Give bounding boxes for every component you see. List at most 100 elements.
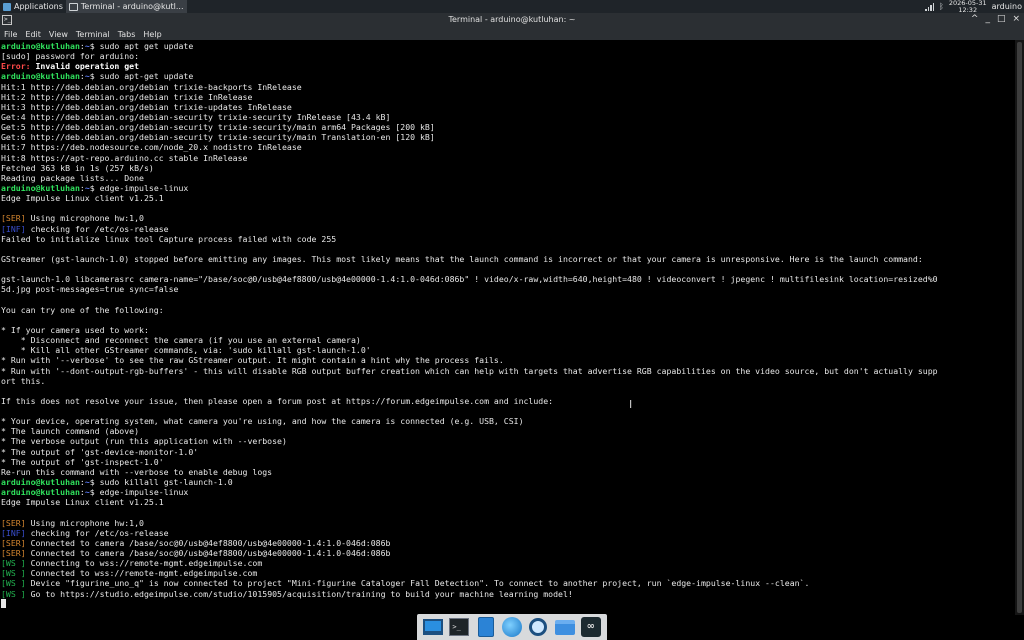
dock-folder[interactable]	[554, 616, 576, 638]
files-icon	[477, 617, 494, 637]
terminal-line: gst-launch-1.0 libcamerasrc camera-name=…	[1, 274, 1015, 284]
terminal-line: Get:5 http://deb.debian.org/debian-secur…	[1, 122, 1015, 132]
menu-edit[interactable]: Edit	[25, 30, 41, 39]
menu-view[interactable]: View	[49, 30, 68, 39]
network-signal-icon[interactable]	[925, 2, 935, 11]
taskbar-terminal-button[interactable]: Terminal - arduino@kutl...	[65, 0, 187, 13]
scrollbar-thumb[interactable]	[1017, 42, 1022, 613]
terminal-line: arduino@kutluhan:~$ sudo killall gst-lau…	[1, 477, 1015, 487]
terminal-line: Get:4 http://deb.debian.org/debian-secur…	[1, 112, 1015, 122]
terminal-line: Hit:8 https://apt-repo.arduino.cc stable…	[1, 153, 1015, 163]
terminal-text-segment: * The launch command (above)	[1, 426, 140, 437]
terminal-line: [SER] Using microphone hw:1,0	[1, 518, 1015, 528]
arduino-icon: ∞	[580, 617, 601, 637]
terminal-text-segment: $ edge-impulse-linux	[89, 182, 189, 193]
terminal-prompt-line[interactable]	[1, 598, 1015, 609]
terminal-line: 5d.jpg post-messages=true sync=false	[1, 284, 1015, 294]
terminal-line: Hit:2 http://deb.debian.org/debian trixi…	[1, 92, 1015, 102]
terminal-text-segment: * Run with '--verbose' to see the raw GS…	[1, 355, 504, 366]
terminal-text-segment: [INF]	[1, 527, 26, 538]
window-close-button[interactable]: ×	[1012, 14, 1020, 24]
terminal-line: [SER] Connected to camera /base/soc@0/us…	[1, 548, 1015, 558]
terminal-text-segment: * Kill all other GStreamer commands, via…	[1, 345, 371, 356]
terminal-text-segment: $ sudo killall gst-launch-1.0	[89, 477, 233, 488]
terminal-line: ort this.	[1, 376, 1015, 386]
window-title-bar[interactable]: >_ Terminal - arduino@kutluhan: ~ ^ _ □ …	[0, 13, 1024, 28]
terminal-text-segment: Hit:7 https://deb.nodesource.com/node_20…	[1, 142, 302, 153]
menu-terminal[interactable]: Terminal	[76, 30, 110, 39]
dock-files[interactable]	[475, 616, 497, 638]
system-tray: ᛒ 2026-05-31 12:32 arduino	[925, 0, 1024, 13]
terminal-text-segment: Reading package lists... Done	[1, 172, 144, 183]
window-minimize-button[interactable]: _	[985, 14, 990, 24]
terminal-text-segment: Using microphone hw:1,0	[25, 517, 144, 528]
terminal-line: [WS ] Connected to wss://remote-mgmt.edg…	[1, 568, 1015, 578]
clock[interactable]: 2026-05-31 12:32	[949, 0, 987, 13]
terminal-text-segment: Go to https://studio.edgeimpulse.com/stu…	[25, 588, 573, 599]
window-shade-button[interactable]: ^	[971, 14, 979, 24]
terminal-line: Hit:7 https://deb.nodesource.com/node_20…	[1, 142, 1015, 152]
terminal-line: Edge Impulse Linux client v1.25.1	[1, 497, 1015, 507]
terminal-text-segment: Get:4 http://deb.debian.org/debian-secur…	[1, 111, 391, 122]
terminal-line: * The launch command (above)	[1, 426, 1015, 436]
terminal-line: arduino@kutluhan:~$ sudo apt-get update	[1, 71, 1015, 81]
menu-file[interactable]: File	[4, 30, 17, 39]
menu-help[interactable]: Help	[143, 30, 161, 39]
terminal-text-segment: GStreamer (gst-launch-1.0) stopped befor…	[1, 253, 923, 264]
terminal-text-segment: Connecting to wss://remote-mgmt.edgeimpu…	[25, 558, 263, 569]
terminal-line: Reading package lists... Done	[1, 173, 1015, 183]
terminal-line: Fetched 363 kB in 1s (257 kB/s)	[1, 163, 1015, 173]
terminal-text-segment: ort this.	[1, 375, 46, 386]
terminal-text-segment: Error:	[1, 61, 31, 72]
terminal-text-segment: [WS ]	[1, 568, 26, 579]
applications-menu-button[interactable]: Applications	[0, 0, 66, 13]
terminal-text-segment: arduino@kutluhan	[1, 71, 80, 82]
terminal-line: * Your device, operating system, what ca…	[1, 416, 1015, 426]
terminal-line: arduino@kutluhan:~$ edge-impulse-linux	[1, 183, 1015, 193]
terminal-text-segment: [SER]	[1, 537, 26, 548]
terminal-text-segment: checking for /etc/os-release	[25, 527, 169, 538]
terminal-line: GStreamer (gst-launch-1.0) stopped befor…	[1, 254, 1015, 264]
ibeam-cursor-icon: I	[629, 398, 633, 411]
menu-tabs[interactable]: Tabs	[118, 30, 136, 39]
terminal-text-segment: Hit:2 http://deb.debian.org/debian trixi…	[1, 91, 253, 102]
terminal-text-segment: Edge Impulse Linux client v1.25.1	[1, 497, 164, 508]
terminal-text-segment: [SER]	[1, 213, 26, 224]
terminal-line: * Disconnect and reconnect the camera (i…	[1, 335, 1015, 345]
terminal-text-segment: Using microphone hw:1,0	[25, 213, 144, 224]
window-controls: ^ _ □ ×	[971, 14, 1020, 24]
terminal-line: * Run with '--dont-output-rgb-buffers' -…	[1, 366, 1015, 376]
terminal-text-segment: * The verbose output (run this applicati…	[1, 436, 287, 447]
terminal-text-segment: Get:6 http://deb.debian.org/debian-secur…	[1, 132, 435, 143]
terminal-line: * If your camera used to work:	[1, 325, 1015, 335]
terminal-line: Get:6 http://deb.debian.org/debian-secur…	[1, 132, 1015, 142]
terminal-text-segment: * Your device, operating system, what ca…	[1, 416, 524, 427]
window-maximize-button[interactable]: □	[997, 14, 1006, 24]
user-menu[interactable]: arduino	[992, 2, 1022, 11]
screen-icon	[423, 619, 444, 635]
terminal-line: If this does not resolve your issue, the…	[1, 396, 1015, 406]
terminal-text-segment: Hit:1 http://deb.debian.org/debian trixi…	[1, 81, 302, 92]
dock-arduino[interactable]: ∞	[580, 616, 602, 638]
terminal-text-segment: You can try one of the following:	[1, 304, 164, 315]
terminal-text-segment: arduino@kutluhan	[1, 182, 80, 193]
dock-search[interactable]	[527, 616, 549, 638]
terminal-text-segment: [WS ]	[1, 578, 26, 589]
terminal-text-segment: checking for /etc/os-release	[25, 223, 169, 234]
dock-browser[interactable]	[501, 616, 523, 638]
terminal-text-segment: $ sudo apt-get update	[89, 71, 194, 82]
bluetooth-icon[interactable]: ᛒ	[939, 2, 944, 11]
dock-terminal[interactable]: >_	[448, 616, 470, 638]
terminal-text-segment: arduino@kutluhan	[1, 41, 80, 51]
terminal-line: Hit:1 http://deb.debian.org/debian trixi…	[1, 82, 1015, 92]
top-panel: Applications Terminal - arduino@kutl... …	[0, 0, 1024, 13]
terminal-text-segment: Device "figurine_uno_q" is now connected…	[25, 578, 810, 589]
terminal-scrollbar[interactable]	[1015, 40, 1024, 615]
terminal-output[interactable]: arduino@kutluhan:~$ sudo apt get update[…	[0, 40, 1015, 615]
dock-show-desktop[interactable]	[422, 616, 444, 638]
terminal-text-segment: Hit:8 https://apt-repo.arduino.cc stable…	[1, 152, 248, 163]
